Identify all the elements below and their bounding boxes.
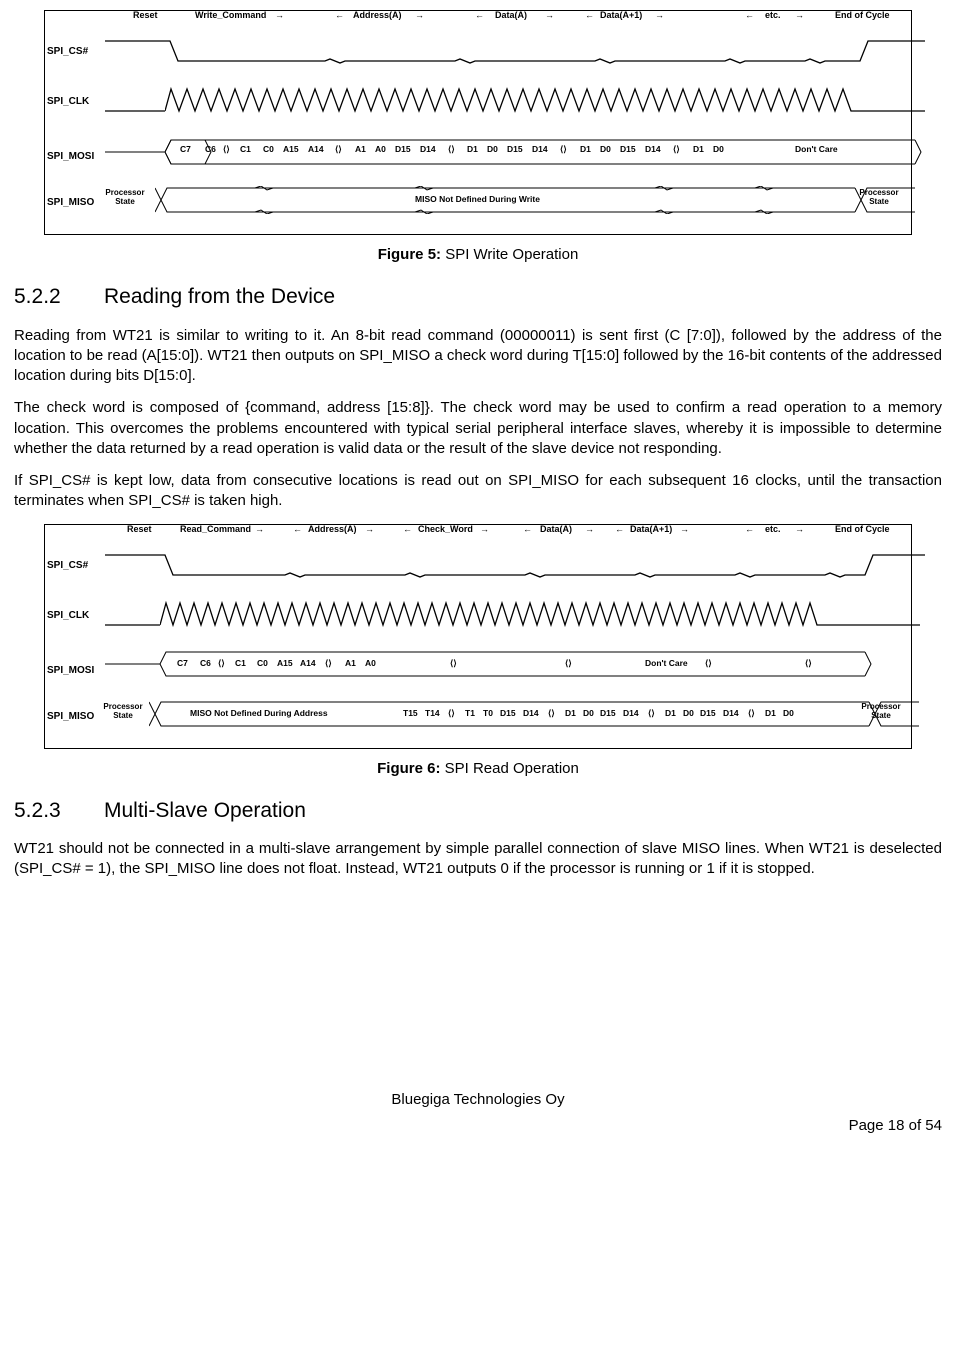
- signal-spi-miso: SPI_MISO: [47, 196, 94, 210]
- signal-spi-cs: SPI_CS#: [47, 559, 88, 573]
- signal-spi-mosi: SPI_MOSI: [47, 150, 94, 164]
- figure-6-caption: Figure 6: SPI Read Operation: [14, 759, 942, 779]
- paragraph-5-2-2-a: Reading from WT21 is similar to writing …: [14, 326, 942, 387]
- footer-page-number: Page 18 of 54: [14, 1116, 942, 1136]
- signal-spi-clk: SPI_CLK: [47, 95, 89, 109]
- signal-spi-mosi: SPI_MOSI: [47, 664, 94, 678]
- paragraph-5-2-2-c: If SPI_CS# is kept low, data from consec…: [14, 471, 942, 512]
- heading-5-2-2: 5.2.2Reading from the Device: [14, 283, 942, 311]
- heading-5-2-3: 5.2.3Multi-Slave Operation: [14, 797, 942, 825]
- figure-5-diagram: Reset Write_Command → ← Address(A) → ← D…: [44, 10, 912, 235]
- figure6-top-labels: Reset Read_Command → ← Address(A) → ← Ch…: [45, 523, 911, 537]
- signal-spi-miso: SPI_MISO: [47, 710, 94, 724]
- signal-spi-clk: SPI_CLK: [47, 609, 89, 623]
- figure5-top-labels: Reset Write_Command → ← Address(A) → ← D…: [45, 9, 911, 23]
- paragraph-5-2-2-b: The check word is composed of {command, …: [14, 398, 942, 459]
- figure-5-caption: Figure 5: SPI Write Operation: [14, 245, 942, 265]
- paragraph-5-2-3-a: WT21 should not be connected in a multi-…: [14, 839, 942, 880]
- signal-spi-cs: SPI_CS#: [47, 45, 88, 59]
- figure-6-diagram: Reset Read_Command → ← Address(A) → ← Ch…: [44, 524, 912, 749]
- footer-company: Bluegiga Technologies Oy: [14, 1090, 942, 1110]
